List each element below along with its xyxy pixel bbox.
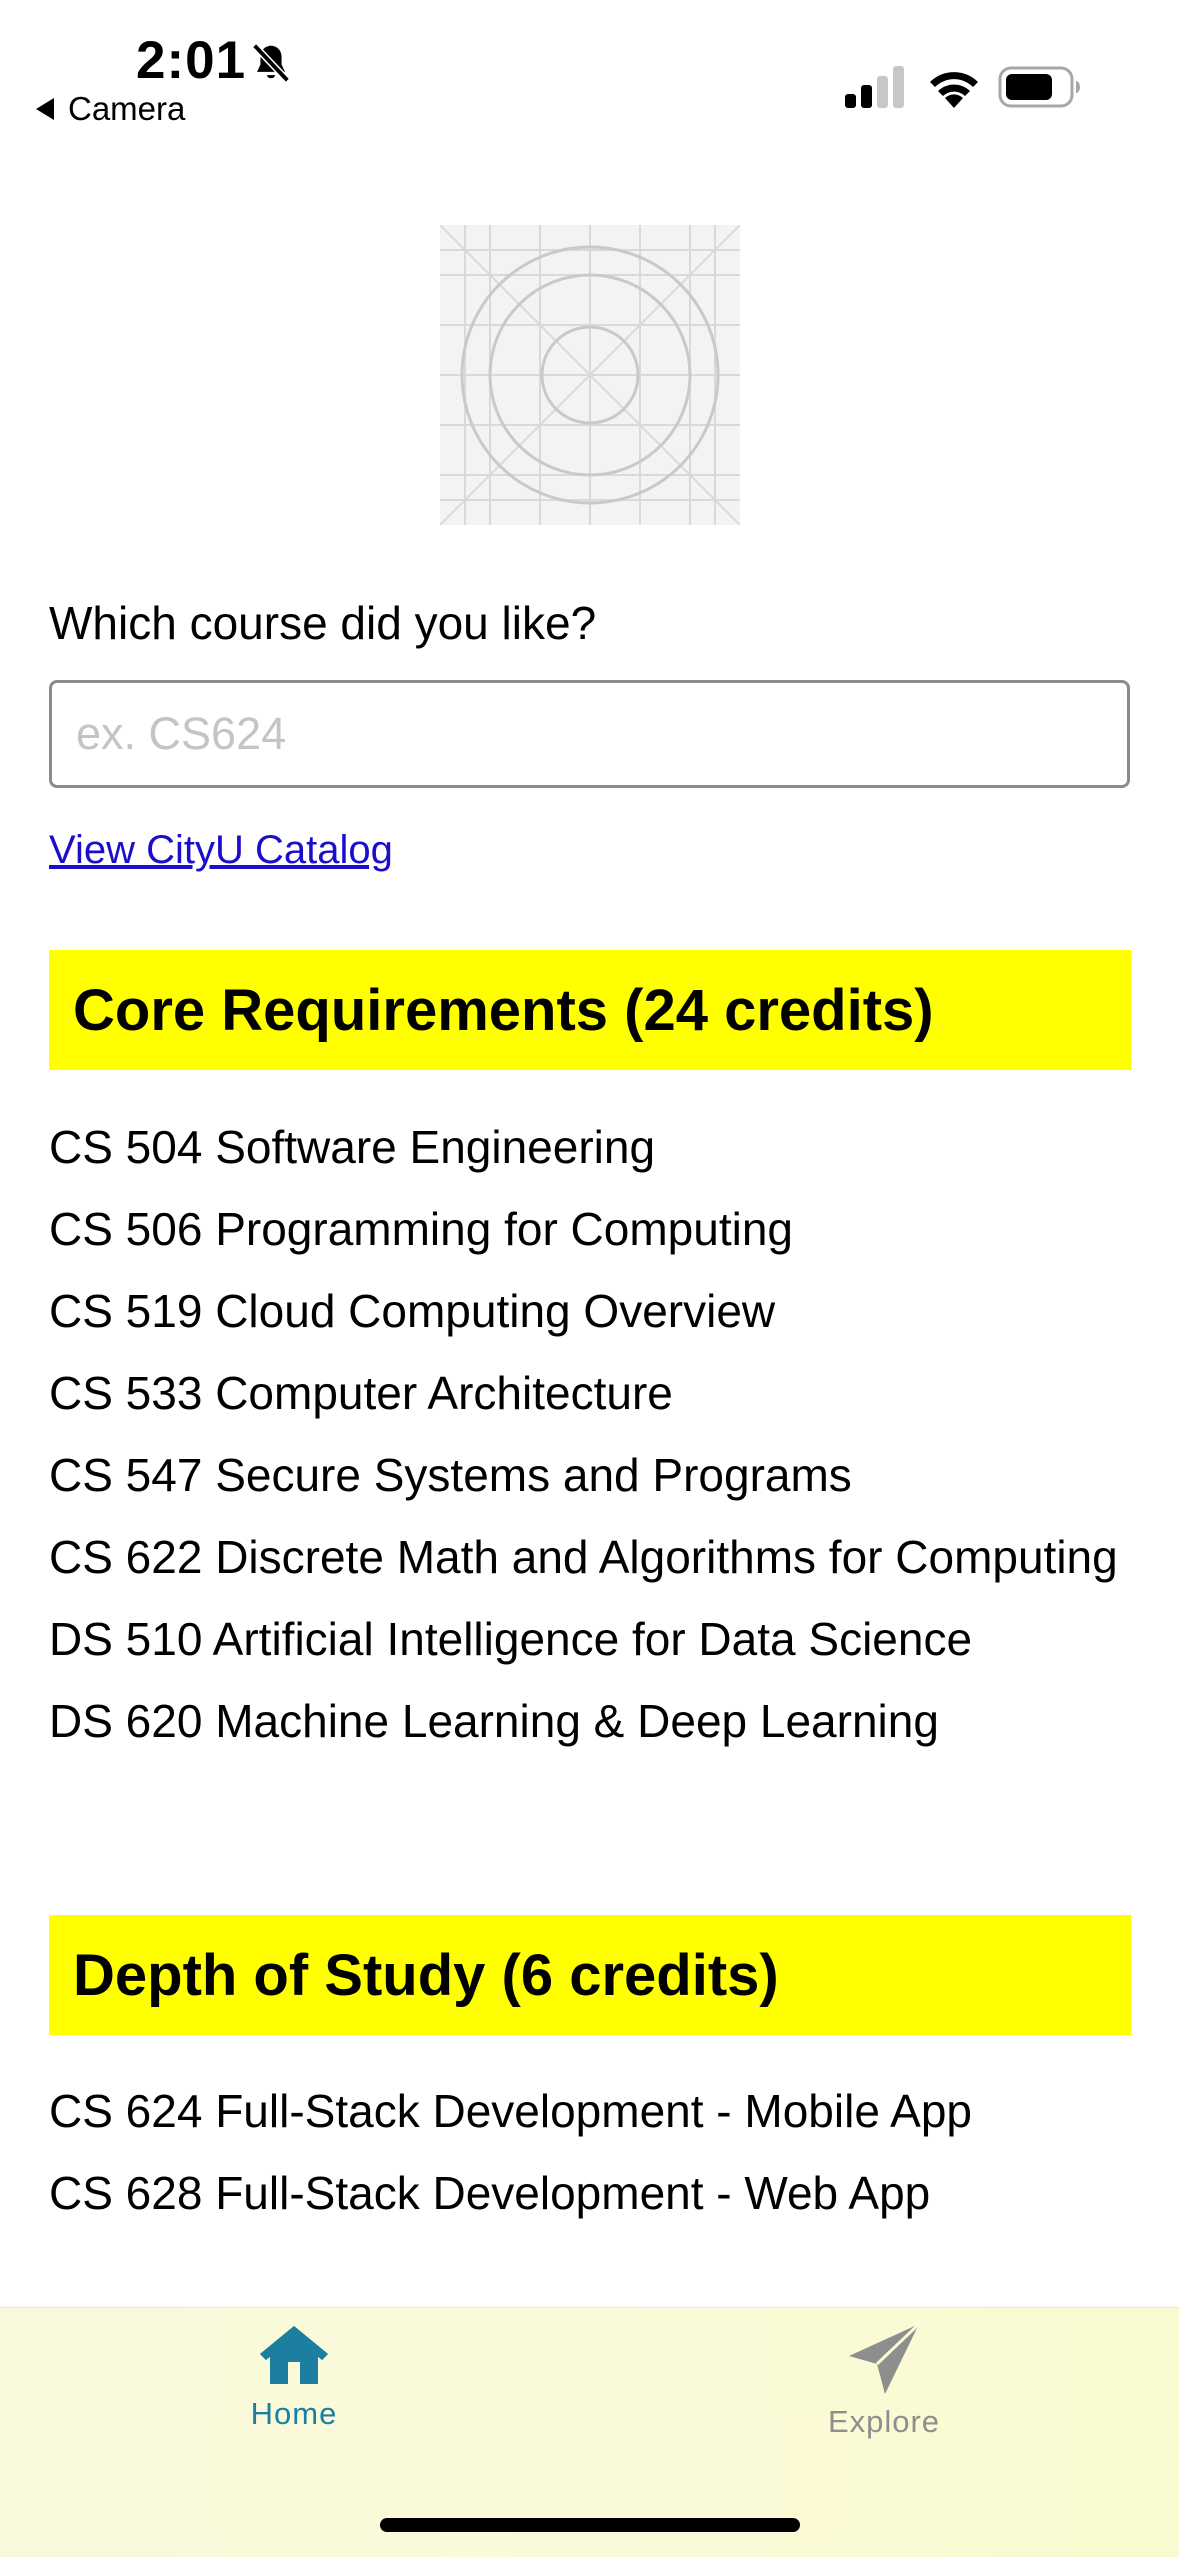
wifi-icon — [930, 72, 978, 108]
back-to-camera-button[interactable]: Camera — [36, 90, 185, 128]
course-item: CS 533 Computer Architecture — [49, 1367, 673, 1419]
tab-home[interactable]: Home — [194, 2322, 394, 2432]
depth-of-study-header: Depth of Study (6 credits) — [49, 1915, 1131, 2035]
course-item: CS 504 Software Engineering — [49, 1121, 656, 1173]
tab-home-label: Home — [250, 2396, 338, 2431]
course-question-label: Which course did you like? — [49, 597, 597, 649]
status-bar: 2:01 Camera — [0, 0, 1179, 150]
depth-of-study-list: CS 624 Full-Stack Development - Mobile A… — [49, 2083, 1129, 2247]
paper-plane-icon — [849, 2322, 921, 2394]
image-placeholder-icon — [439, 224, 741, 526]
view-catalog-link[interactable]: View CityU Catalog — [49, 828, 393, 873]
home-icon — [260, 2326, 328, 2384]
status-time: 2:01 — [136, 31, 247, 90]
bell-slash-icon — [252, 43, 290, 83]
home-indicator[interactable] — [380, 2518, 800, 2532]
placeholder-image — [439, 224, 741, 526]
course-item: CS 506 Programming for Computing — [49, 1203, 793, 1255]
tab-explore[interactable]: Explore — [784, 2322, 984, 2440]
course-item: CS 622 Discrete Math and Algorithms for … — [49, 1531, 1118, 1583]
course-search-input[interactable] — [49, 680, 1130, 788]
course-item: CS 547 Secure Systems and Programs — [49, 1449, 852, 1501]
course-item: CS 628 Full-Stack Development - Web App — [49, 2167, 931, 2219]
course-item: CS 624 Full-Stack Development - Mobile A… — [49, 2085, 972, 2137]
battery-icon — [998, 66, 1080, 108]
course-item: CS 519 Cloud Computing Overview — [49, 1285, 776, 1337]
cellular-signal-icon — [845, 66, 904, 108]
course-item: DS 620 Machine Learning & Deep Learning — [49, 1695, 939, 1747]
core-requirements-list: CS 504 Software Engineering CS 506 Progr… — [49, 1119, 1129, 1775]
back-arrow-icon — [36, 98, 54, 120]
tab-explore-label: Explore — [827, 2404, 941, 2439]
course-item: DS 510 Artificial Intelligence for Data … — [49, 1613, 973, 1665]
core-requirements-header: Core Requirements (24 credits) — [49, 950, 1131, 1070]
back-label: Camera — [68, 90, 186, 127]
